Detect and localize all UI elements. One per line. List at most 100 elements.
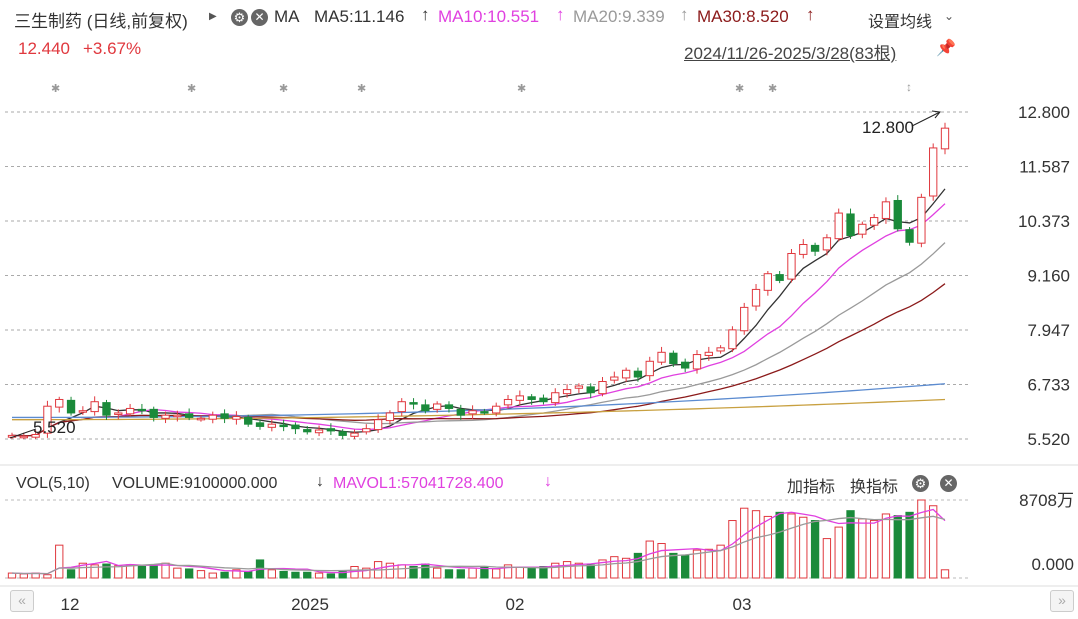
switch-indicator-button[interactable]: 换指标: [850, 473, 898, 497]
candle: [645, 360, 654, 377]
candle: [409, 402, 418, 405]
candle: [562, 389, 572, 395]
volume-bar: [810, 520, 820, 579]
candle: [184, 413, 194, 418]
candle: [539, 397, 548, 403]
volume-bar: [208, 572, 217, 579]
volume-bar: [267, 569, 276, 579]
volume-bar: [834, 526, 843, 579]
volume-bar: [940, 569, 950, 579]
candle: [373, 419, 383, 431]
candle: [173, 414, 182, 418]
candle: [751, 288, 761, 307]
candle: [834, 212, 843, 240]
volume-bar: [515, 566, 524, 579]
candle: [267, 423, 276, 428]
volume-bar: [728, 520, 737, 579]
volume-bar: [314, 572, 324, 579]
candle: [810, 244, 820, 252]
candle: [940, 127, 950, 150]
volume-bar: [291, 571, 300, 579]
scroll-left-button[interactable]: «: [10, 590, 34, 612]
volume-bar: [869, 520, 879, 579]
candle: [102, 402, 111, 416]
candle: [362, 428, 371, 433]
volume-bar: [905, 511, 914, 579]
volume-bar: [43, 574, 52, 579]
ma5-line: [11, 188, 946, 437]
y-tick-label: 7.947: [1027, 321, 1070, 340]
candle: [657, 351, 666, 363]
candle: [314, 429, 324, 434]
volume-bar: [220, 571, 229, 579]
vol-label[interactable]: VOL(5,10): [16, 475, 90, 493]
candle: [775, 274, 784, 281]
volume-bar: [881, 513, 891, 579]
x-tick-label: 2025: [291, 595, 329, 614]
y-tick-label: 11.587: [1019, 157, 1070, 176]
candle: [456, 408, 465, 416]
candle: [480, 411, 489, 414]
candle: [244, 416, 253, 425]
candle: [929, 147, 938, 197]
mavol-arrow-icon: ↓: [544, 473, 552, 490]
volume-bar: [492, 568, 501, 579]
volume-bar: [456, 569, 465, 579]
high-arrow: [911, 111, 941, 127]
x-tick-label: 12: [61, 595, 80, 614]
candle: [161, 414, 170, 419]
close-icon[interactable]: ✕: [940, 475, 957, 492]
add-indicator-button[interactable]: 加指标: [787, 473, 835, 497]
volume-bar: [527, 567, 536, 579]
volume-bar: [244, 570, 253, 579]
volume-bar: [303, 571, 312, 579]
volume-bar: [125, 564, 135, 579]
candle: [610, 376, 619, 381]
candle: [90, 401, 99, 413]
volume-bar: [66, 569, 76, 579]
candle: [66, 399, 76, 414]
scroll-right-button[interactable]: »: [1050, 590, 1074, 612]
candle: [633, 370, 643, 378]
candle: [574, 385, 584, 389]
candle: [385, 412, 395, 422]
high-annotation: 12.800: [862, 118, 914, 137]
candle: [232, 416, 241, 420]
volume-bar: [444, 569, 454, 579]
y-tick-label: 10.373: [1018, 212, 1070, 231]
volume-bar: [893, 515, 902, 579]
volume-bar: [775, 511, 784, 579]
candle: [692, 354, 702, 370]
candle: [397, 401, 406, 413]
volume-bar: [102, 563, 111, 579]
candle: [763, 273, 773, 291]
candlestick-chart[interactable]: 12.800 11.587 10.373 9.160 7.947 6.733 5.520 8…: [0, 0, 1078, 619]
volume-bar: [55, 544, 64, 579]
y-tick-label: 12.800: [1018, 103, 1070, 122]
candle: [881, 201, 891, 219]
candle: [78, 410, 88, 413]
volume-bar: [196, 570, 206, 579]
volume-bar: [137, 566, 147, 579]
volume-bar: [326, 573, 336, 579]
volume-bar: [173, 567, 182, 579]
candle: [799, 244, 808, 255]
volume-bar: [822, 538, 832, 579]
volume-bar: [397, 564, 406, 579]
candle: [338, 431, 347, 436]
low-annotation: 5.520: [33, 418, 76, 437]
candle: [917, 196, 926, 244]
volume-bar: [704, 548, 713, 579]
gear-icon[interactable]: ⚙: [912, 475, 929, 492]
volume-bar: [149, 564, 158, 579]
volume-bar: [586, 564, 595, 579]
candle: [255, 422, 265, 427]
candle: [905, 229, 914, 243]
volume-bar: [610, 556, 619, 579]
candle: [444, 404, 454, 409]
candle: [421, 404, 430, 412]
candle: [846, 213, 855, 237]
ma20-line: [11, 242, 946, 437]
candle: [869, 217, 879, 226]
candle: [137, 408, 147, 412]
